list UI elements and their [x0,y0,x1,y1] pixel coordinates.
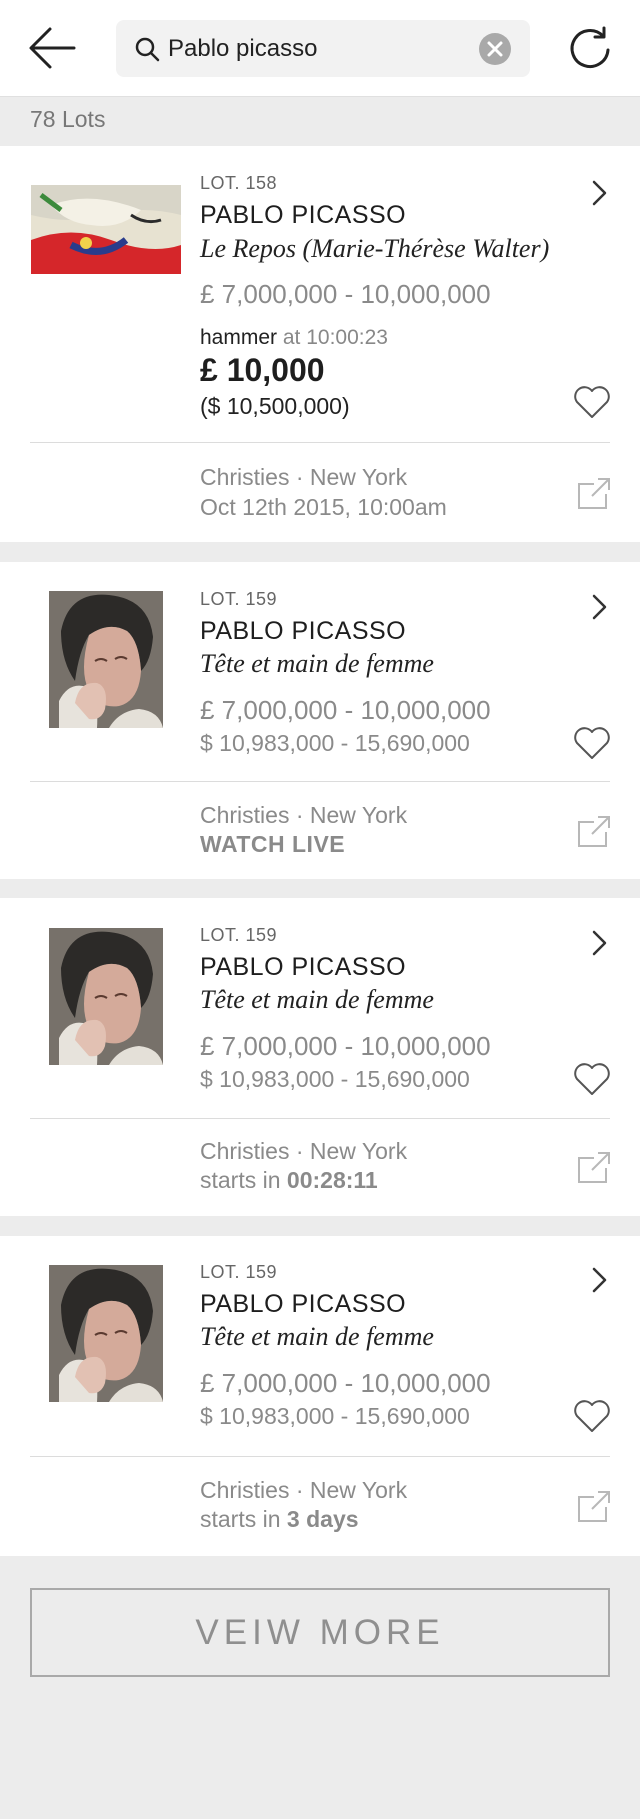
back-button[interactable] [26,22,78,74]
search-bar[interactable] [116,20,530,77]
artist-name: PABLO PICASSO [200,953,407,981]
auction-venue: Christies · New York [200,802,408,828]
divider [30,442,610,443]
arrow-left-icon [29,27,76,69]
hammer-price: £ 10,000 [200,352,325,388]
lot-card[interactable]: LOT. 158 PABLO PICASSO Le Repos (Marie-T… [0,146,640,542]
search-input[interactable] [168,20,468,77]
hammer-line: hammer at 10:00:23 [200,326,388,350]
watch-live-link[interactable]: WATCH LIVE [200,831,345,858]
divider [30,781,610,782]
heart-icon[interactable] [572,384,612,420]
countdown-value: 3 days [286,1506,359,1532]
close-icon [487,41,503,57]
chevron-right-icon[interactable] [588,928,610,958]
chevron-right-icon[interactable] [588,1265,610,1295]
refresh-icon [570,26,610,68]
chevron-right-icon[interactable] [588,178,610,208]
auction-countdown: starts in 00:28:11 [200,1167,378,1194]
lot-card[interactable]: LOT. 159 PABLO PICASSO Tête et main de f… [0,562,640,879]
artwork-title: Le Repos (Marie-Thérèse Walter) [200,234,550,263]
artwork-thumbnail [49,928,163,1065]
lot-number: LOT. 158 [200,173,278,193]
auction-countdown: starts in 3 days [200,1506,359,1533]
artist-name: PABLO PICASSO [200,617,407,645]
heart-icon[interactable] [572,1061,612,1097]
clear-search-button[interactable] [479,33,511,65]
external-link-icon[interactable] [576,1150,612,1186]
divider [30,1456,610,1457]
countdown-prefix: starts in [200,1506,281,1532]
lot-number: LOT. 159 [200,925,278,945]
refresh-button[interactable] [566,24,614,72]
external-link-icon[interactable] [576,476,612,512]
hammer-price-usd: ($ 10,500,000) [200,393,350,419]
estimate-usd: $ 10,983,000 - 15,690,000 [200,1403,470,1429]
artist-name: PABLO PICASSO [200,1290,407,1318]
artwork-thumbnail [49,1265,163,1402]
external-link-icon[interactable] [576,1489,612,1525]
auction-date: Oct 12th 2015, 10:00am [200,494,447,520]
external-link-icon[interactable] [576,814,612,850]
estimate-gbp: £ 7,000,000 - 10,000,000 [200,279,491,309]
artwork-title: Tête et main de femme [200,985,434,1014]
lot-number: LOT. 159 [200,589,278,609]
auction-venue: Christies · New York [200,1138,408,1164]
countdown-prefix: starts in [200,1167,281,1193]
artwork-thumbnail [31,185,181,274]
estimate-usd: $ 10,983,000 - 15,690,000 [200,1066,470,1092]
heart-icon[interactable] [572,725,612,761]
artist-name: PABLO PICASSO [200,201,407,229]
estimate-usd: $ 10,983,000 - 15,690,000 [200,730,470,756]
countdown-value: 00:28:11 [286,1167,378,1193]
estimate-gbp: £ 7,000,000 - 10,000,000 [200,1031,491,1061]
artwork-title: Tête et main de femme [200,649,434,678]
view-more-button[interactable]: VEIW MORE [30,1588,610,1677]
lots-count: 78 Lots [30,106,106,132]
lot-number: LOT. 159 [200,1262,278,1282]
auction-venue: Christies · New York [200,464,408,490]
lot-card[interactable]: LOT. 159 PABLO PICASSO Tête et main de f… [0,898,640,1216]
top-bar [0,0,640,97]
artwork-title: Tête et main de femme [200,1322,434,1351]
divider [30,1118,610,1119]
hammer-label: hammer [200,326,278,349]
search-icon [135,37,160,62]
estimate-gbp: £ 7,000,000 - 10,000,000 [200,695,491,725]
heart-icon[interactable] [572,1398,612,1434]
hammer-time: at 10:00:23 [282,326,388,349]
lot-card[interactable]: LOT. 159 PABLO PICASSO Tête et main de f… [0,1236,640,1556]
estimate-gbp: £ 7,000,000 - 10,000,000 [200,1368,491,1398]
auction-venue: Christies · New York [200,1477,408,1503]
artwork-thumbnail [49,591,163,728]
chevron-right-icon[interactable] [588,592,610,622]
